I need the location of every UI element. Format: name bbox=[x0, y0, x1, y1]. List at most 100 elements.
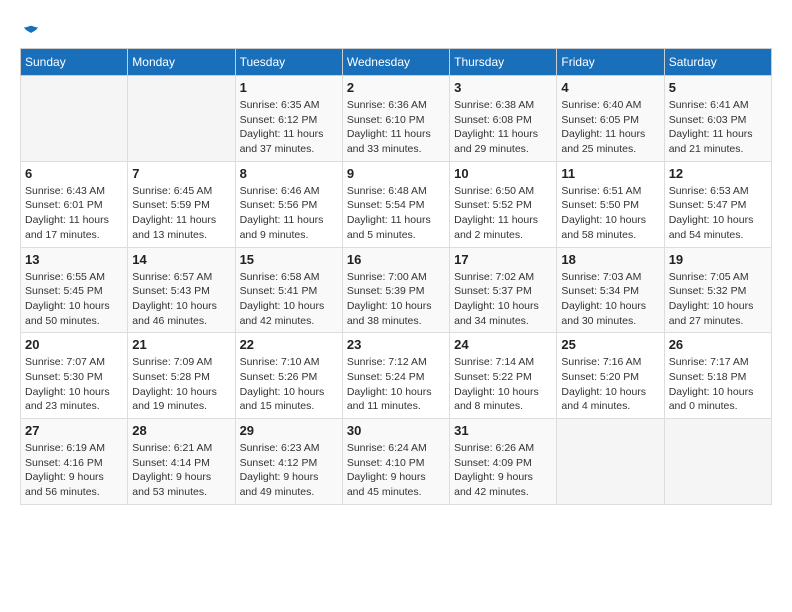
calendar-cell: 22 Sunrise: 7:10 AM Sunset: 5:26 PM Dayli… bbox=[235, 333, 342, 419]
calendar-cell: 20Sunrise: 7:07 AM Sunset: 5:30 PM Dayli… bbox=[21, 333, 128, 419]
calendar-cell: 23 Sunrise: 7:12 AM Sunset: 5:24 PM Dayli… bbox=[342, 333, 449, 419]
day-number: 2 bbox=[347, 80, 445, 95]
day-number: 17 bbox=[454, 252, 552, 267]
day-number: 9 bbox=[347, 166, 445, 181]
day-info: Sunrise: 6:45 AM Sunset: 5:59 PM Dayligh… bbox=[132, 184, 230, 243]
day-info: Sunrise: 7:12 AM Sunset: 5:24 PM Dayligh… bbox=[347, 355, 445, 414]
calendar-cell: 19 Sunrise: 7:05 AM Sunset: 5:32 PM Dayli… bbox=[664, 247, 771, 333]
day-info: Sunrise: 7:02 AM Sunset: 5:37 PM Dayligh… bbox=[454, 270, 552, 329]
calendar-cell: 31 Sunrise: 6:26 AM Sunset: 4:09 PM Dayli… bbox=[450, 419, 557, 505]
day-info: Sunrise: 6:53 AM Sunset: 5:47 PM Dayligh… bbox=[669, 184, 767, 243]
day-info: Sunrise: 6:40 AM Sunset: 6:05 PM Dayligh… bbox=[561, 98, 659, 157]
day-info: Sunrise: 6:36 AM Sunset: 6:10 PM Dayligh… bbox=[347, 98, 445, 157]
day-number: 6 bbox=[25, 166, 123, 181]
calendar-cell: 10 Sunrise: 6:50 AM Sunset: 5:52 PM Dayli… bbox=[450, 161, 557, 247]
logo bbox=[20, 20, 40, 38]
day-info: Sunrise: 6:24 AM Sunset: 4:10 PM Dayligh… bbox=[347, 441, 445, 500]
calendar-cell: 12 Sunrise: 6:53 AM Sunset: 5:47 PM Dayli… bbox=[664, 161, 771, 247]
calendar-cell: 4 Sunrise: 6:40 AM Sunset: 6:05 PM Daylig… bbox=[557, 76, 664, 162]
calendar-cell: 21 Sunrise: 7:09 AM Sunset: 5:28 PM Dayli… bbox=[128, 333, 235, 419]
day-number: 13 bbox=[25, 252, 123, 267]
calendar-cell: 15Sunrise: 6:58 AM Sunset: 5:41 PM Dayli… bbox=[235, 247, 342, 333]
calendar-cell: 27Sunrise: 6:19 AM Sunset: 4:16 PM Dayli… bbox=[21, 419, 128, 505]
calendar-week-row: 20Sunrise: 7:07 AM Sunset: 5:30 PM Dayli… bbox=[21, 333, 772, 419]
calendar-cell: 16 Sunrise: 7:00 AM Sunset: 5:39 PM Dayli… bbox=[342, 247, 449, 333]
column-header-sunday: Sunday bbox=[21, 49, 128, 76]
day-info: Sunrise: 6:38 AM Sunset: 6:08 PM Dayligh… bbox=[454, 98, 552, 157]
calendar-cell: 3 Sunrise: 6:38 AM Sunset: 6:08 PM Daylig… bbox=[450, 76, 557, 162]
day-info: Sunrise: 6:46 AM Sunset: 5:56 PM Dayligh… bbox=[240, 184, 338, 243]
day-info: Sunrise: 6:58 AM Sunset: 5:41 PM Dayligh… bbox=[240, 270, 338, 329]
day-info: Sunrise: 6:43 AM Sunset: 6:01 PM Dayligh… bbox=[25, 184, 123, 243]
calendar-cell: 26Sunrise: 7:17 AM Sunset: 5:18 PM Dayli… bbox=[664, 333, 771, 419]
day-number: 3 bbox=[454, 80, 552, 95]
day-info: Sunrise: 7:05 AM Sunset: 5:32 PM Dayligh… bbox=[669, 270, 767, 329]
day-info: Sunrise: 6:57 AM Sunset: 5:43 PM Dayligh… bbox=[132, 270, 230, 329]
day-number: 10 bbox=[454, 166, 552, 181]
day-info: Sunrise: 6:23 AM Sunset: 4:12 PM Dayligh… bbox=[240, 441, 338, 500]
day-info: Sunrise: 6:55 AM Sunset: 5:45 PM Dayligh… bbox=[25, 270, 123, 329]
day-info: Sunrise: 7:07 AM Sunset: 5:30 PM Dayligh… bbox=[25, 355, 123, 414]
calendar-cell bbox=[128, 76, 235, 162]
day-info: Sunrise: 6:50 AM Sunset: 5:52 PM Dayligh… bbox=[454, 184, 552, 243]
day-number: 12 bbox=[669, 166, 767, 181]
calendar-cell: 1 Sunrise: 6:35 AM Sunset: 6:12 PM Daylig… bbox=[235, 76, 342, 162]
day-number: 22 bbox=[240, 337, 338, 352]
day-number: 14 bbox=[132, 252, 230, 267]
day-info: Sunrise: 6:35 AM Sunset: 6:12 PM Dayligh… bbox=[240, 98, 338, 157]
column-header-friday: Friday bbox=[557, 49, 664, 76]
day-info: Sunrise: 6:21 AM Sunset: 4:14 PM Dayligh… bbox=[132, 441, 230, 500]
calendar-cell: 7 Sunrise: 6:45 AM Sunset: 5:59 PM Daylig… bbox=[128, 161, 235, 247]
day-number: 5 bbox=[669, 80, 767, 95]
day-number: 24 bbox=[454, 337, 552, 352]
day-number: 21 bbox=[132, 337, 230, 352]
calendar-cell: 30 Sunrise: 6:24 AM Sunset: 4:10 PM Dayli… bbox=[342, 419, 449, 505]
column-header-saturday: Saturday bbox=[664, 49, 771, 76]
calendar-cell: 2 Sunrise: 6:36 AM Sunset: 6:10 PM Daylig… bbox=[342, 76, 449, 162]
calendar-table: SundayMondayTuesdayWednesdayThursdayFrid… bbox=[20, 48, 772, 505]
day-number: 16 bbox=[347, 252, 445, 267]
day-number: 19 bbox=[669, 252, 767, 267]
calendar-cell: 24 Sunrise: 7:14 AM Sunset: 5:22 PM Dayli… bbox=[450, 333, 557, 419]
day-info: Sunrise: 7:10 AM Sunset: 5:26 PM Dayligh… bbox=[240, 355, 338, 414]
day-number: 29 bbox=[240, 423, 338, 438]
day-number: 4 bbox=[561, 80, 659, 95]
day-number: 30 bbox=[347, 423, 445, 438]
calendar-week-row: 1 Sunrise: 6:35 AM Sunset: 6:12 PM Daylig… bbox=[21, 76, 772, 162]
calendar-cell: 8 Sunrise: 6:46 AM Sunset: 5:56 PM Daylig… bbox=[235, 161, 342, 247]
day-info: Sunrise: 7:14 AM Sunset: 5:22 PM Dayligh… bbox=[454, 355, 552, 414]
calendar-cell: 18Sunrise: 7:03 AM Sunset: 5:34 PM Dayli… bbox=[557, 247, 664, 333]
calendar-header-row: SundayMondayTuesdayWednesdayThursdayFrid… bbox=[21, 49, 772, 76]
logo-bird-icon bbox=[22, 24, 40, 42]
calendar-cell: 11Sunrise: 6:51 AM Sunset: 5:50 PM Dayli… bbox=[557, 161, 664, 247]
day-info: Sunrise: 7:03 AM Sunset: 5:34 PM Dayligh… bbox=[561, 270, 659, 329]
calendar-cell: 14 Sunrise: 6:57 AM Sunset: 5:43 PM Dayli… bbox=[128, 247, 235, 333]
day-number: 1 bbox=[240, 80, 338, 95]
day-number: 25 bbox=[561, 337, 659, 352]
day-info: Sunrise: 6:26 AM Sunset: 4:09 PM Dayligh… bbox=[454, 441, 552, 500]
day-info: Sunrise: 7:09 AM Sunset: 5:28 PM Dayligh… bbox=[132, 355, 230, 414]
day-info: Sunrise: 6:48 AM Sunset: 5:54 PM Dayligh… bbox=[347, 184, 445, 243]
calendar-cell: 5 Sunrise: 6:41 AM Sunset: 6:03 PM Daylig… bbox=[664, 76, 771, 162]
day-number: 31 bbox=[454, 423, 552, 438]
calendar-week-row: 6 Sunrise: 6:43 AM Sunset: 6:01 PM Daylig… bbox=[21, 161, 772, 247]
calendar-cell: 17 Sunrise: 7:02 AM Sunset: 5:37 PM Dayli… bbox=[450, 247, 557, 333]
calendar-cell bbox=[664, 419, 771, 505]
day-info: Sunrise: 6:41 AM Sunset: 6:03 PM Dayligh… bbox=[669, 98, 767, 157]
calendar-cell: 6 Sunrise: 6:43 AM Sunset: 6:01 PM Daylig… bbox=[21, 161, 128, 247]
day-number: 28 bbox=[132, 423, 230, 438]
day-number: 26 bbox=[669, 337, 767, 352]
calendar-week-row: 27Sunrise: 6:19 AM Sunset: 4:16 PM Dayli… bbox=[21, 419, 772, 505]
column-header-thursday: Thursday bbox=[450, 49, 557, 76]
calendar-cell: 9 Sunrise: 6:48 AM Sunset: 5:54 PM Daylig… bbox=[342, 161, 449, 247]
day-number: 27 bbox=[25, 423, 123, 438]
day-number: 23 bbox=[347, 337, 445, 352]
page-header bbox=[20, 20, 772, 38]
column-header-monday: Monday bbox=[128, 49, 235, 76]
day-number: 8 bbox=[240, 166, 338, 181]
calendar-cell bbox=[557, 419, 664, 505]
day-info: Sunrise: 7:00 AM Sunset: 5:39 PM Dayligh… bbox=[347, 270, 445, 329]
day-number: 7 bbox=[132, 166, 230, 181]
calendar-cell: 13 Sunrise: 6:55 AM Sunset: 5:45 PM Dayli… bbox=[21, 247, 128, 333]
day-number: 11 bbox=[561, 166, 659, 181]
